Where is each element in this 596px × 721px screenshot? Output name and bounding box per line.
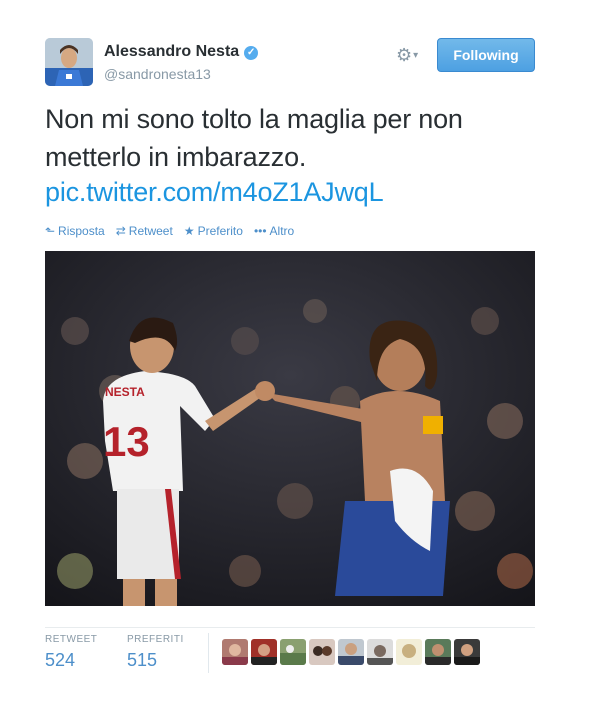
tweet-actions: ⬑ Risposta ⇄ Retweet ★ Preferito ••• Altro <box>45 224 294 238</box>
author-avatar[interactable] <box>45 38 93 86</box>
favoriter-avatars <box>222 639 480 665</box>
avatar[interactable] <box>454 639 480 665</box>
svg-text:NESTA: NESTA <box>105 385 145 399</box>
reply-label: Risposta <box>58 224 105 238</box>
following-button[interactable]: Following <box>437 38 535 72</box>
verified-badge-icon: ✓ <box>244 46 259 60</box>
avatar[interactable] <box>309 639 335 665</box>
author-handle[interactable]: @sandronesta13 <box>104 66 211 82</box>
more-icon: ••• <box>253 224 267 238</box>
avatar[interactable] <box>280 639 306 665</box>
avatar[interactable] <box>367 639 393 665</box>
retweet-label: Retweet <box>128 224 173 238</box>
retweets-count[interactable]: 524 <box>45 650 75 671</box>
avatar[interactable] <box>338 639 364 665</box>
star-icon: ★ <box>183 224 195 238</box>
avatar[interactable] <box>425 639 451 665</box>
retweet-icon: ⇄ <box>115 224 126 238</box>
author-name[interactable]: Alessandro Nesta ✓ <box>104 43 259 61</box>
tweet-photo[interactable]: NESTA 13 <box>45 251 535 606</box>
reply-action[interactable]: ⬑ Risposta <box>45 224 105 238</box>
reply-icon: ⬑ <box>45 224 56 238</box>
stats-divider <box>45 627 535 628</box>
gear-icon[interactable]: ⚙▾ <box>396 44 432 66</box>
tweet-card: Alessandro Nesta ✓ @sandronesta13 ⚙▾ Foll… <box>0 0 596 721</box>
author-name-text[interactable]: Alessandro Nesta <box>104 43 239 60</box>
tweet-text: Non mi sono tolto la maglia per non mett… <box>45 104 463 172</box>
more-action[interactable]: ••• Altro <box>254 224 294 238</box>
avatar[interactable] <box>251 639 277 665</box>
retweet-action[interactable]: ⇄ Retweet <box>116 224 173 238</box>
chevron-down-icon: ▾ <box>413 50 419 61</box>
favorites-count[interactable]: 515 <box>127 650 157 671</box>
favorites-label: PREFERITI <box>127 634 184 645</box>
svg-text:13: 13 <box>103 418 150 465</box>
stats-vertical-divider <box>208 633 209 673</box>
retweets-label: RETWEET <box>45 634 98 645</box>
favorite-label: Preferito <box>197 224 243 238</box>
avatar[interactable] <box>222 639 248 665</box>
more-label: Altro <box>269 224 295 238</box>
avatar[interactable] <box>396 639 422 665</box>
favorite-action[interactable]: ★ Preferito <box>184 224 243 238</box>
tweet-media-link[interactable]: pic.twitter.com/m4oZ1AJwqL <box>45 175 384 209</box>
